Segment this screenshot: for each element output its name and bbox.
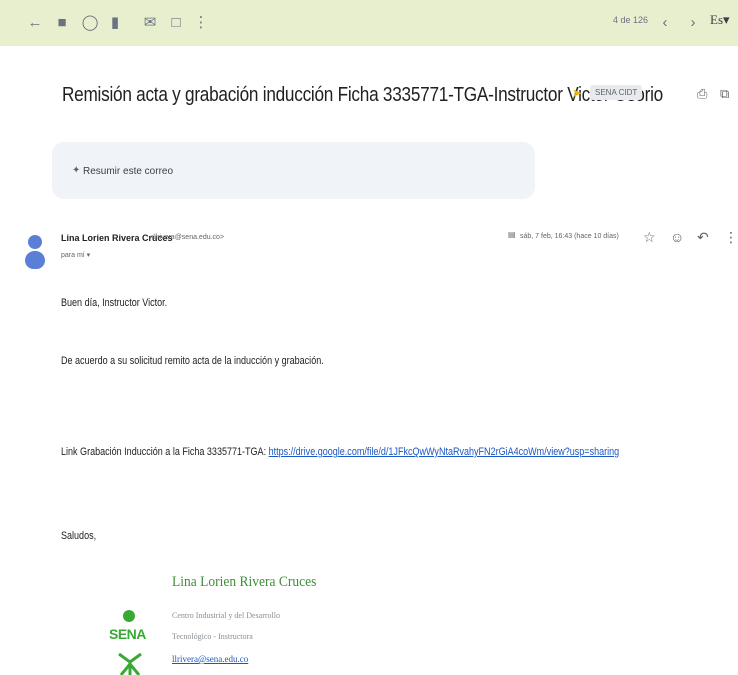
message-count: 4 de 126: [613, 15, 649, 25]
attachment-icon: ▤: [508, 230, 516, 239]
closing: Saludos,: [61, 530, 97, 542]
summarize-link[interactable]: Resumir este correo: [83, 166, 173, 177]
recipient-dropdown[interactable]: para mí ▾: [61, 251, 90, 259]
signature-name: Lina Lorien Rivera Cruces: [172, 574, 317, 590]
sender-email: <llrivera@sena.edu.co>: [150, 234, 225, 241]
next-icon[interactable]: ›: [684, 12, 702, 34]
label-chip[interactable]: SENA CIDT: [590, 85, 643, 100]
email-date: sáb, 7 feb, 16:43 (hace 10 días): [520, 233, 619, 240]
sena-logo: SENA: [105, 610, 155, 675]
emoji-icon[interactable]: ☺: [670, 229, 684, 245]
more-vert-icon[interactable]: ⋮: [192, 12, 210, 34]
move-to-icon[interactable]: □: [167, 12, 185, 34]
email-toolbar: ← ■ ◯ ▮ ✉ □ ⋮ 4 de 126 ‹ › Es▾: [0, 0, 738, 46]
signature-role: Tecnológico - Instructora: [172, 632, 253, 641]
body-line-1: De acuerdo a su solicitud remito acta de…: [61, 355, 324, 367]
prev-icon[interactable]: ‹: [656, 12, 674, 34]
language-selector[interactable]: Es▾: [710, 12, 730, 28]
archive-icon[interactable]: ■: [53, 12, 71, 34]
back-arrow-icon[interactable]: ←: [26, 12, 44, 34]
mark-unread-icon[interactable]: ✉: [141, 12, 159, 34]
greeting: Buen día, Instructor Victor.: [61, 297, 168, 309]
print-icon[interactable]: ⎙: [697, 86, 707, 102]
link-line: Link Grabación Inducción a la Ficha 3335…: [61, 446, 619, 458]
avatar[interactable]: [24, 229, 46, 273]
important-marker-icon[interactable]: ➤: [572, 86, 582, 100]
star-icon[interactable]: ☆: [643, 229, 656, 246]
open-new-window-icon[interactable]: ⧉: [720, 86, 729, 102]
signature-email[interactable]: llrivera@sena.edu.co: [172, 654, 248, 664]
delete-icon[interactable]: ▮: [106, 12, 124, 34]
report-spam-icon[interactable]: ◯: [81, 12, 99, 34]
more-icon[interactable]: ⋮: [724, 229, 738, 246]
signature-center: Centro Industrial y del Desarrollo: [172, 611, 280, 620]
recording-link[interactable]: https://drive.google.com/file/d/1JFkcQwW…: [269, 446, 620, 458]
reply-icon[interactable]: ↶: [697, 229, 709, 246]
link-label: Link Grabación Inducción a la Ficha 3335…: [61, 446, 267, 458]
sparkle-icon: ✦: [72, 165, 81, 176]
